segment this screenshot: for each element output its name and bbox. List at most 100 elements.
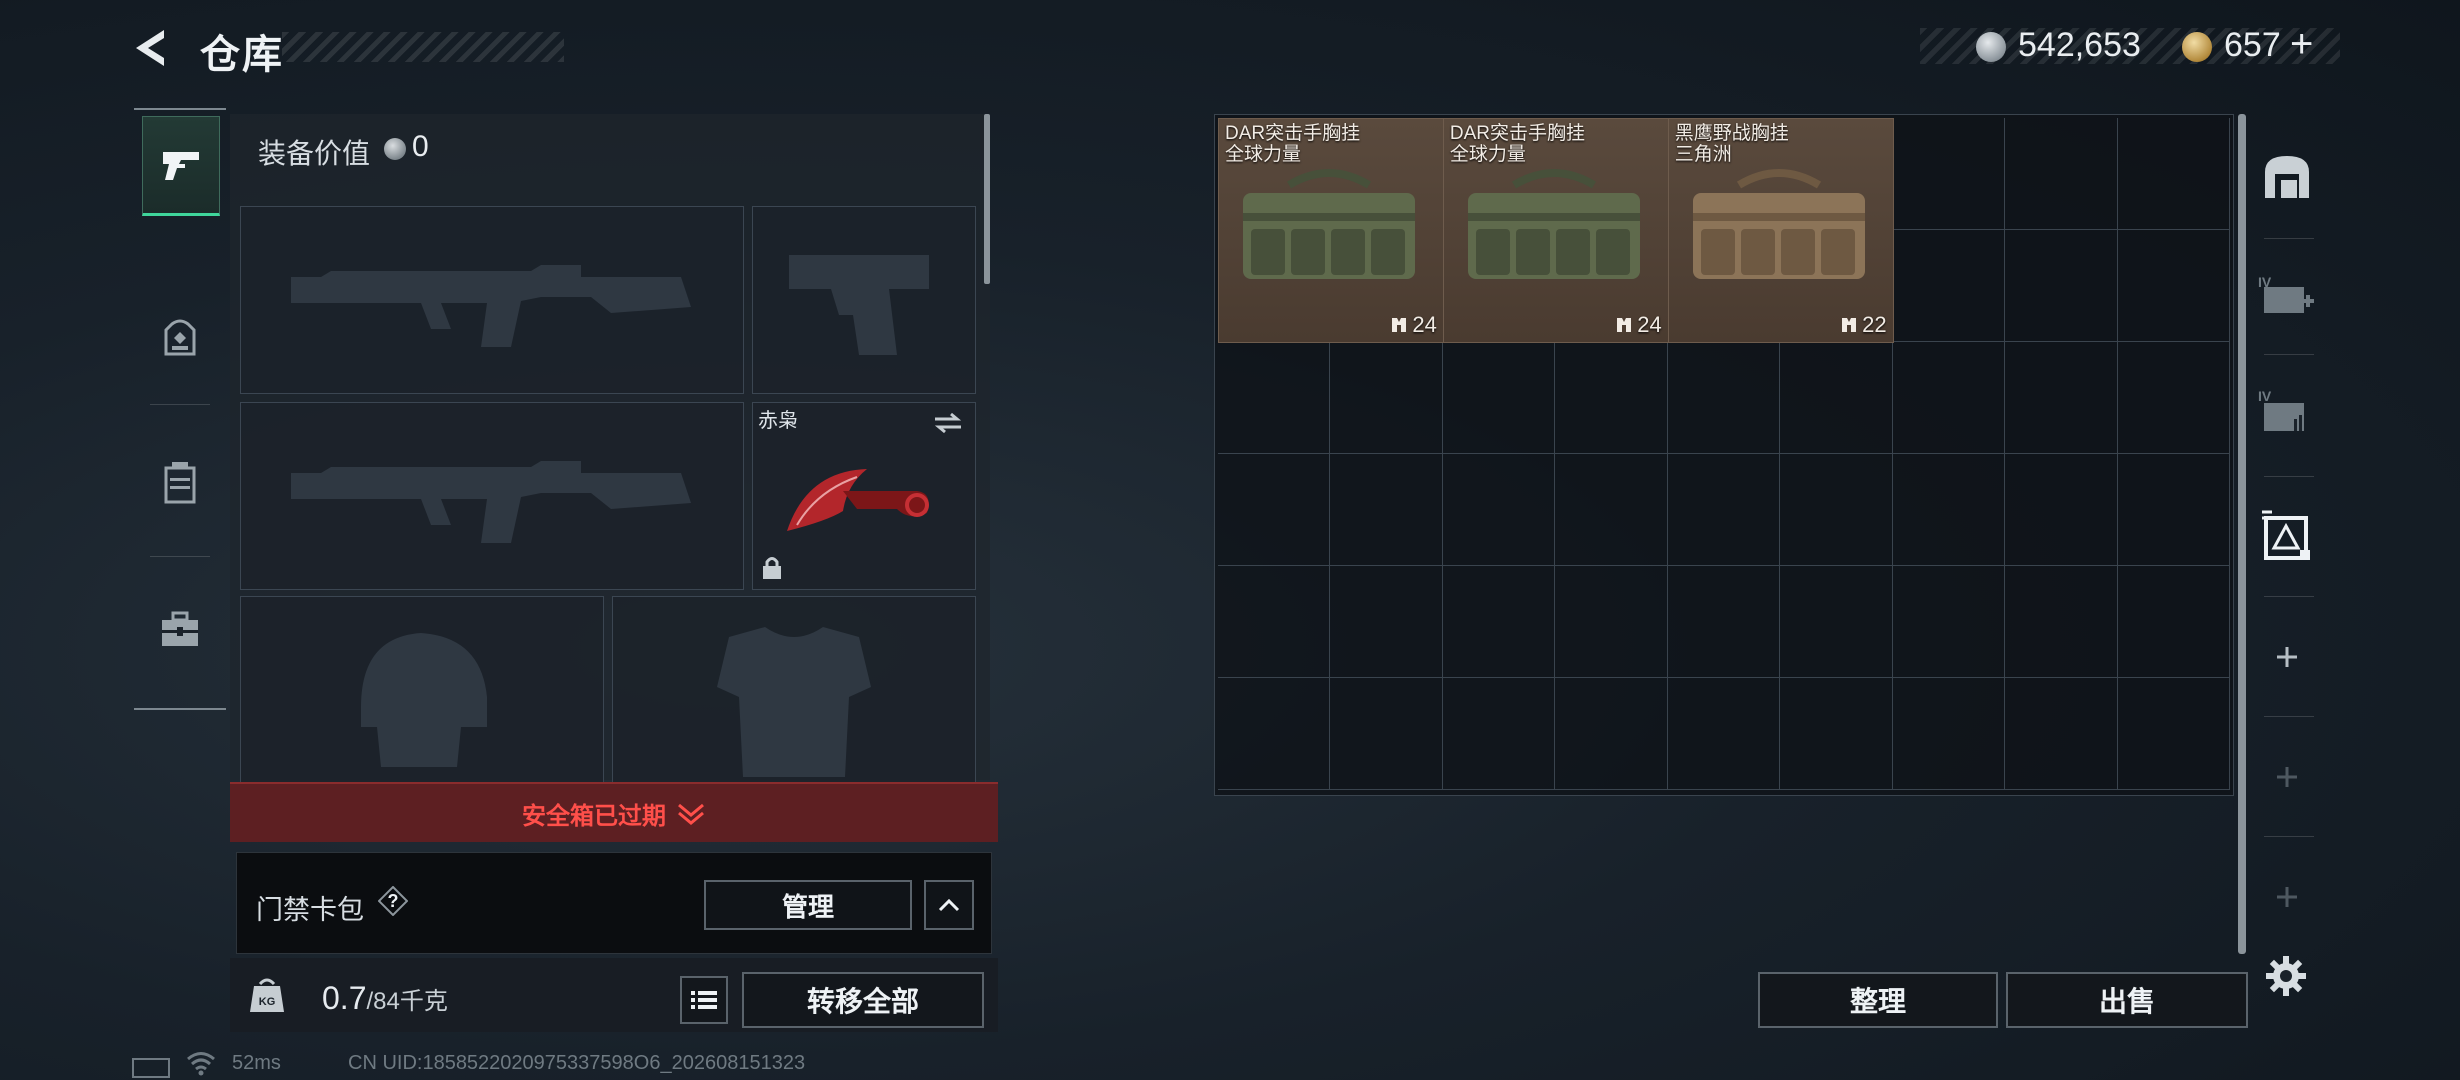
storage-cell[interactable] (1555, 678, 1668, 790)
sidearm-slot[interactable] (752, 206, 976, 394)
back-icon[interactable] (130, 26, 174, 70)
storage-cell[interactable] (2005, 342, 2118, 454)
karambit-knife-icon (787, 469, 929, 531)
storage-cell[interactable] (2117, 342, 2230, 454)
wifi-icon (187, 1052, 215, 1076)
add-currency-button[interactable]: + (2290, 22, 2313, 67)
inventory-item-card[interactable]: DAR突击手胸挂 全球力量 24 (1442, 118, 1669, 343)
sort-button[interactable]: 整理 (1758, 972, 1998, 1028)
rail-separator (150, 556, 210, 557)
pistol-silhouette-icon (789, 255, 929, 355)
storage-cell[interactable] (1892, 342, 2006, 454)
add-storage-tab-2[interactable] (2252, 722, 2322, 832)
storage-cell[interactable] (1555, 342, 1668, 454)
inventory-item-card[interactable]: 黑鹰野战胸挂 三角洲 22 (1667, 118, 1894, 343)
storage-cell[interactable] (1780, 678, 1893, 790)
collapse-button[interactable] (924, 880, 974, 930)
storage-cell[interactable] (2005, 566, 2118, 678)
storage-cell[interactable] (1780, 566, 1893, 678)
add-storage-tab-3[interactable] (2252, 842, 2322, 952)
lock-icon (763, 557, 781, 579)
item-capacity: 24 (1390, 312, 1437, 338)
safe-box-expired-text: 安全箱已过期 (522, 802, 666, 830)
storage-cell[interactable] (1780, 454, 1893, 566)
storage-scrollbar[interactable] (2238, 114, 2246, 954)
storage-cell[interactable] (1330, 342, 1443, 454)
storage-cell[interactable] (2005, 678, 2118, 790)
storage-cell[interactable] (1892, 566, 2006, 678)
primary-weapon-slot[interactable] (240, 206, 744, 394)
rail-divider-bottom (134, 708, 226, 710)
storage-cell[interactable] (1218, 566, 1331, 678)
silver-currency-value: 542,653 (2018, 26, 2141, 64)
storage-cell[interactable] (2117, 230, 2230, 342)
storage-cell[interactable] (1892, 678, 2006, 790)
storage-cell[interactable] (2005, 118, 2118, 230)
container-tab[interactable] (142, 434, 218, 530)
expand-storage-icon: IV (2258, 274, 2314, 313)
storage-cell[interactable] (1780, 342, 1893, 454)
storage-cell[interactable] (1667, 342, 1781, 454)
swap-icon[interactable] (933, 411, 963, 435)
chest-rig-icon (1243, 169, 1415, 279)
storage-cell[interactable] (2117, 566, 2230, 678)
storage-cell[interactable] (1218, 678, 1331, 790)
gold-currency-value: 657 (2224, 26, 2281, 64)
add-storage-tab[interactable] (2252, 602, 2322, 712)
storage-level-tab[interactable]: IV (2252, 356, 2322, 466)
storage-cell[interactable] (2005, 454, 2118, 566)
case-icon (164, 462, 196, 504)
storage-cell[interactable] (2117, 678, 2230, 790)
storage-cell[interactable] (1667, 566, 1781, 678)
inventory-item-card[interactable]: DAR突击手胸挂 全球力量 24 (1218, 118, 1444, 343)
weapon-tab[interactable] (142, 116, 220, 216)
storage-cell[interactable] (2005, 230, 2118, 342)
storage-cell[interactable] (1218, 454, 1331, 566)
medkit-tab[interactable] (142, 582, 218, 678)
silver-coin-icon (1976, 32, 2006, 62)
transfer-all-button[interactable]: 转移全部 (742, 972, 984, 1028)
storage-cell[interactable] (1892, 230, 2006, 342)
storage-cell[interactable] (1330, 454, 1443, 566)
storage-cell[interactable] (1442, 454, 1556, 566)
help-icon[interactable]: ? (378, 886, 408, 916)
storage-cell[interactable] (1667, 454, 1781, 566)
delta-storage-tab[interactable] (2252, 480, 2322, 590)
storage-cell[interactable] (1442, 678, 1556, 790)
plus-icon (2277, 767, 2297, 787)
safe-box-expired-banner[interactable]: 安全箱已过期 (230, 782, 998, 842)
storage-cell[interactable] (1442, 342, 1556, 454)
expand-storage-tab[interactable]: IV (2252, 240, 2322, 350)
sell-button[interactable]: 出售 (2006, 972, 2248, 1028)
gear-icon[interactable] (2264, 954, 2308, 998)
rail-separator (2264, 716, 2314, 717)
storage-cell[interactable] (2117, 118, 2230, 230)
storage-tab[interactable] (2252, 122, 2322, 232)
storage-cell[interactable] (1555, 454, 1668, 566)
secondary-weapon-slot[interactable] (240, 402, 744, 590)
storage-cell[interactable] (1667, 678, 1781, 790)
item-capacity-value: 24 (1637, 312, 1662, 337)
rail-divider-top (134, 108, 226, 110)
rail-separator (2264, 238, 2314, 239)
storage-cell[interactable] (1892, 118, 2006, 230)
pistol-icon (163, 152, 199, 180)
manage-button[interactable]: 管理 (704, 880, 912, 930)
storage-cell[interactable] (1218, 342, 1331, 454)
gear-tab[interactable] (142, 290, 218, 386)
item-capacity-value: 24 (1412, 312, 1437, 337)
backpack-icon (164, 319, 196, 356)
helmet-slot[interactable] (240, 596, 604, 788)
armor-slot[interactable] (612, 596, 976, 788)
storage-cell[interactable] (1892, 454, 2006, 566)
storage-cell[interactable] (1442, 566, 1556, 678)
weight-readout: 0.7/84千克 (322, 980, 448, 1017)
item-name-line1: DAR突击手胸挂 (1225, 123, 1361, 144)
rail-separator (2264, 354, 2314, 355)
loadout-scrollbar[interactable] (984, 114, 990, 284)
list-view-button[interactable] (680, 976, 728, 1024)
storage-cell[interactable] (1555, 566, 1668, 678)
storage-cell[interactable] (2117, 454, 2230, 566)
storage-cell[interactable] (1330, 678, 1443, 790)
storage-cell[interactable] (1330, 566, 1443, 678)
